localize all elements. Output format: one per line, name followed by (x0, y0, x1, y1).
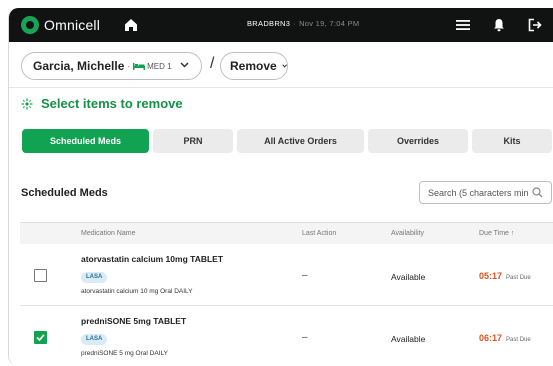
notifications-button[interactable] (488, 14, 510, 36)
top-bar-actions (452, 14, 546, 36)
lasa-badge: LASA (81, 272, 108, 283)
patient-selector[interactable]: Garcia, Michelle · MED 1 (21, 52, 202, 80)
table-row[interactable]: atorvastatin calcium 10mg TABLET LASA at… (20, 244, 553, 306)
availability: Available (391, 334, 426, 344)
patient-unit: MED 1 (147, 61, 172, 71)
action-label: Remove (230, 59, 277, 73)
medication-name: atorvastatin calcium 10mg TABLET (81, 254, 224, 264)
patient-name: Garcia, Michelle (33, 59, 125, 73)
due-time-value: 06:17 (479, 333, 503, 343)
due-time-header-label: Due Time (479, 230, 509, 237)
search-placeholder: Search (5 characters min (428, 187, 529, 198)
medications-table: Medication Name Last Action Availability… (20, 222, 553, 366)
due-time: 05:17 Past Due (479, 271, 531, 281)
logout-icon (528, 18, 542, 32)
due-time-value: 05:17 (479, 271, 503, 281)
search-input[interactable]: Search (5 characters min (419, 181, 552, 204)
tab-kits[interactable]: Kits (472, 129, 552, 153)
tab-prn[interactable]: PRN (153, 129, 233, 153)
medication-name: predniSONE 5mg TABLET (81, 316, 187, 326)
logout-button[interactable] (524, 14, 546, 36)
last-action: – (302, 270, 308, 281)
tab-overrides[interactable]: Overrides (368, 129, 468, 153)
instruction-text: Select items to remove (41, 96, 183, 111)
due-status: Past Due (506, 337, 531, 343)
brand: Omnicell (21, 16, 100, 34)
lasa-badge: LASA (81, 334, 108, 345)
medication-description: predniSONE 5 mg Oral DAILY (81, 350, 168, 357)
tab-all-active-orders[interactable]: All Active Orders (237, 129, 364, 153)
table-row[interactable]: predniSONE 5mg TABLET LASA predniSONE 5 … (20, 306, 553, 366)
home-icon (125, 19, 138, 31)
tab-scheduled-meds[interactable]: Scheduled Meds (22, 129, 149, 153)
station-name: BRADBRN3 (247, 19, 291, 28)
column-header-availability[interactable]: Availability (391, 230, 424, 237)
row-checkbox[interactable] (34, 269, 47, 282)
column-header-last-action[interactable]: Last Action (302, 230, 336, 237)
omnicell-logo-icon (21, 16, 39, 34)
checkmark-icon (36, 334, 45, 342)
bed-icon (133, 62, 146, 70)
row-checkbox[interactable] (34, 331, 47, 344)
patient-separator: · (127, 61, 131, 71)
table-header: Medication Name Last Action Availability… (20, 222, 553, 244)
due-time: 06:17 Past Due (479, 333, 531, 343)
column-header-medication-name[interactable]: Medication Name (81, 230, 135, 237)
hamburger-menu-icon (456, 20, 470, 30)
sort-up-arrow-icon: ↑ (510, 230, 515, 237)
station-separator: · (293, 19, 297, 28)
brand-name: Omnicell (44, 17, 101, 33)
chevron-down-icon (180, 62, 189, 68)
station-info: BRADBRN3 · Nov 19, 7:04 PM (247, 19, 359, 28)
action-selector[interactable]: Remove (220, 52, 288, 80)
bell-icon (494, 19, 504, 32)
search-icon (532, 187, 543, 198)
station-timestamp: Nov 19, 7:04 PM (299, 19, 360, 28)
app-window: Omnicell BRADBRN3 · Nov 19, 7:04 PM Garc… (8, 8, 553, 366)
tab-bar: Scheduled Meds PRN All Active Orders Ove… (22, 129, 552, 153)
top-bar: Omnicell BRADBRN3 · Nov 19, 7:04 PM (9, 8, 553, 42)
medication-description: atorvastatin calcium 10 mg Oral DAILY (81, 288, 193, 295)
instruction: Select items to remove (21, 96, 183, 111)
menu-button[interactable] (452, 14, 474, 36)
home-button[interactable] (120, 14, 142, 36)
due-status: Past Due (506, 275, 531, 281)
availability: Available (391, 272, 426, 282)
divider (9, 87, 553, 88)
chevron-down-icon (281, 64, 287, 68)
last-action: – (302, 332, 308, 343)
select-target-icon (21, 98, 33, 109)
column-header-due-time[interactable]: Due Time ↑ (479, 230, 514, 237)
breadcrumb-separator: / (210, 55, 215, 72)
section-title: Scheduled Meds (21, 187, 108, 199)
